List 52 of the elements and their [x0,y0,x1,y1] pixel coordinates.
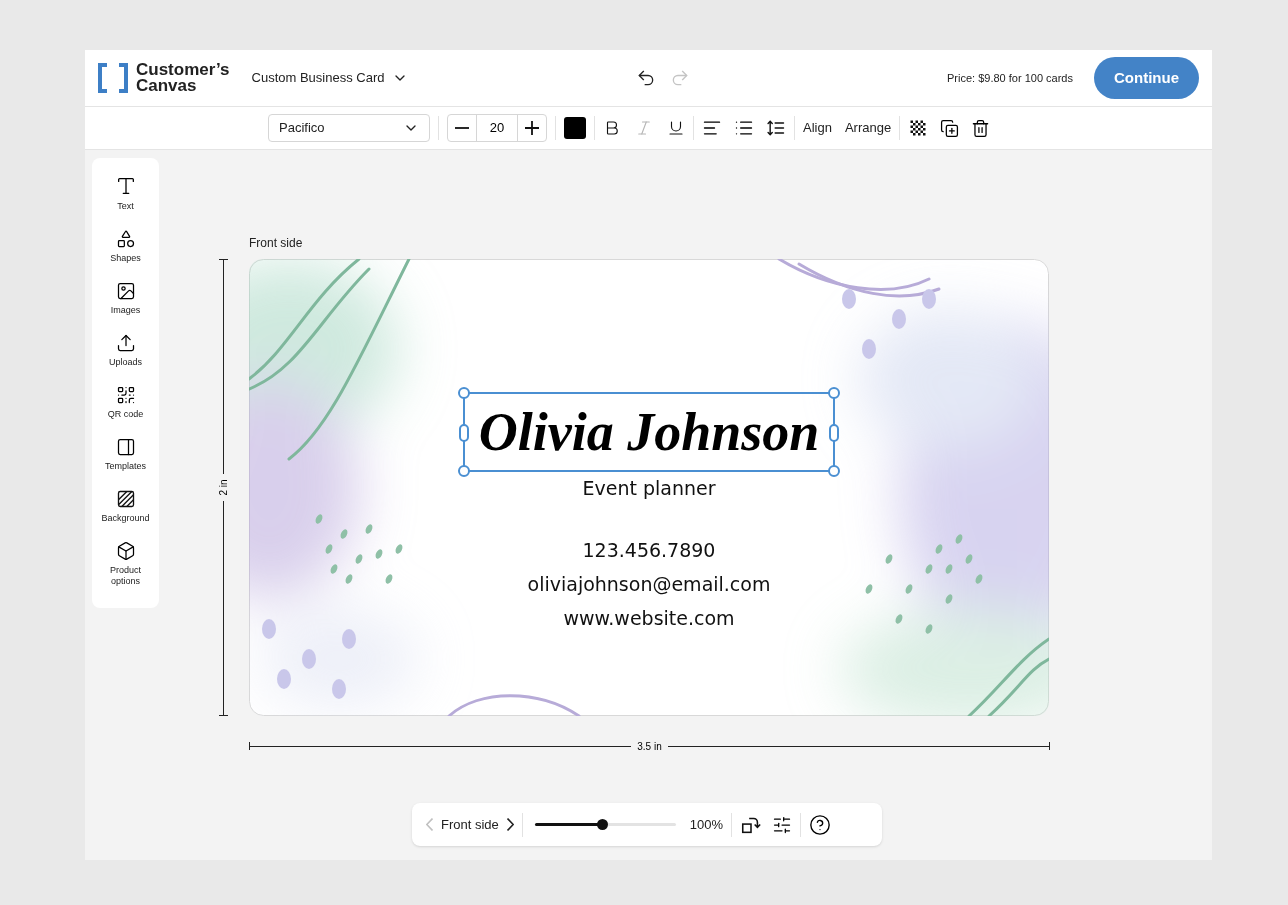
plus-icon [525,121,539,135]
font-dropdown[interactable]: Pacifico [268,114,430,142]
chevron-right-icon [506,818,514,831]
minus-icon [455,127,469,129]
duplicate-button[interactable] [940,118,960,138]
line-spacing-button[interactable] [766,118,786,138]
color-swatch[interactable] [564,117,586,139]
contact-text: oliviajohnson@email.com [527,572,771,596]
zoom-slider[interactable] [534,818,676,831]
name-text[interactable]: Olivia Johnson [478,402,820,462]
sidebar-item[interactable]: Images [93,281,158,316]
help-button[interactable] [809,813,832,836]
delete-button[interactable] [971,118,991,138]
height-dimension: 2 in [218,259,228,716]
arrange-button[interactable]: Arrange [844,118,892,138]
logo-text: Canvas [136,78,198,94]
continue-button[interactable]: Continue [1094,57,1199,99]
qr-code-icon [115,385,136,405]
sidebar-item[interactable]: Text [93,175,158,212]
product-dropdown[interactable]: Custom Business Card [251,68,409,88]
shapes-icon [115,229,136,249]
transparency-button[interactable] [908,118,929,138]
upload-icon [115,333,136,353]
sidebar-item[interactable]: Background [93,489,158,524]
zoom-slider-thumb[interactable] [597,819,609,830]
next-side-button[interactable] [506,818,514,831]
align-button[interactable]: Align [803,118,832,138]
resize-handle[interactable] [829,424,839,442]
sidebar-item[interactable]: Shapes [93,229,158,264]
price-text: Price: $9.80 for 100 cards [947,70,1073,86]
sidebar-item[interactable]: Product options [93,541,158,587]
zoom-reading: 100% [689,815,724,834]
layout-icon [115,437,136,457]
sidebar-item[interactable]: QR code [93,385,158,420]
width-dimension: 3.5 in [249,741,1050,751]
sidebar-item[interactable]: Templates [93,437,158,472]
side-name: Front side [441,815,499,834]
image-icon [115,281,136,301]
striped-square-icon [115,489,136,509]
chevron-left-icon [426,818,433,831]
resize-handle[interactable] [459,424,469,442]
underline-button[interactable] [667,119,685,137]
sidebar-item[interactable]: Uploads [93,333,158,368]
contact-text: www.website.com [563,606,735,630]
contact-text: 123.456.7890 [582,538,716,562]
side-label: Front side [249,236,303,250]
settings-button[interactable] [772,814,793,835]
logo-bracket-icon [98,63,128,93]
font-size-field[interactable]: 20 [476,115,518,141]
job-title-text: Event planner [582,476,716,500]
cube-icon [115,541,136,561]
logo-text: Customer’s [136,62,230,78]
